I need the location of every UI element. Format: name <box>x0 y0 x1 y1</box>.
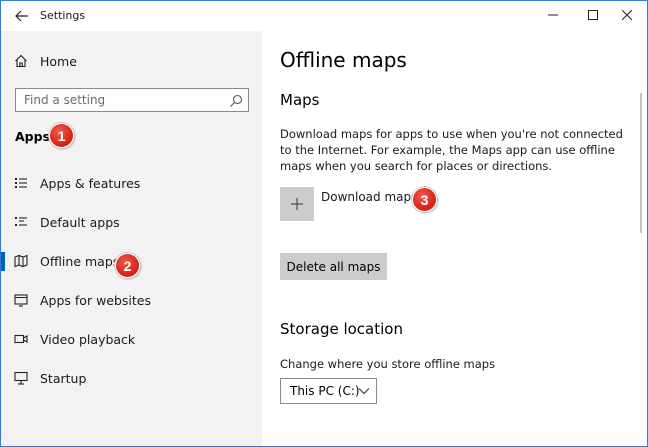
maximize-icon <box>588 10 598 20</box>
storage-location-heading: Storage location <box>280 320 403 338</box>
main-content: Offline maps Maps Download maps for apps… <box>262 31 647 446</box>
apps-features-icon <box>13 175 29 191</box>
sidebar-item-label: Apps & features <box>40 175 141 191</box>
storage-location-description: Change where you store offline maps <box>280 357 496 371</box>
sidebar-item-video-playback[interactable]: Video playback <box>1 321 262 357</box>
minimize-icon <box>548 14 558 16</box>
title-bar: Settings <box>1 1 647 31</box>
delete-all-maps-button[interactable]: Delete all maps <box>280 253 387 280</box>
settings-window: Settings Home Find a setting Apps 1 Apps… <box>0 0 648 447</box>
plus-icon <box>291 198 303 210</box>
sidebar: Home Apps 1 <box>1 31 262 446</box>
callout-badge-3: 3 <box>412 187 437 212</box>
close-button[interactable] <box>607 1 647 29</box>
selection-indicator <box>1 252 5 271</box>
callout-badge-2: 2 <box>115 253 140 278</box>
search-input[interactable] <box>16 89 221 111</box>
offline-maps-icon <box>13 253 29 269</box>
maps-heading: Maps <box>280 91 320 109</box>
home-label: Home <box>40 53 77 69</box>
home-icon <box>13 53 29 69</box>
window-title: Settings <box>40 9 86 22</box>
video-playback-icon <box>13 331 29 347</box>
download-maps-label[interactable]: Download maps <box>321 190 417 204</box>
storage-location-value: This PC (C:) <box>290 384 360 398</box>
sidebar-item-label: Apps for websites <box>40 292 152 308</box>
scrollbar[interactable] <box>640 93 642 233</box>
maps-description: Download maps for apps to use when you'r… <box>280 127 623 173</box>
chevron-down-icon <box>358 388 370 395</box>
callout-badge-1: 1 <box>49 123 74 148</box>
search-icon[interactable] <box>229 93 243 107</box>
back-button[interactable] <box>11 6 33 26</box>
default-apps-icon <box>13 214 29 230</box>
download-maps-button[interactable] <box>280 187 314 221</box>
close-icon <box>622 10 632 20</box>
sidebar-item-home[interactable]: Home <box>1 43 262 79</box>
sidebar-item-apps-for-websites[interactable]: Apps for websites <box>1 282 262 318</box>
apps-websites-icon <box>13 292 29 308</box>
sidebar-item-label: Offline maps <box>40 253 120 269</box>
back-arrow-icon <box>15 10 28 22</box>
section-heading-apps: Apps <box>15 129 51 144</box>
sidebar-item-label: Default apps <box>40 214 120 230</box>
minimize-button[interactable] <box>533 1 573 29</box>
sidebar-item-default-apps[interactable]: Default apps <box>1 204 262 240</box>
search-box[interactable] <box>15 88 249 112</box>
sidebar-item-label: Video playback <box>40 331 136 347</box>
startup-icon <box>13 370 29 386</box>
page-title: Offline maps <box>280 48 407 72</box>
sidebar-item-startup[interactable]: Startup <box>1 360 262 396</box>
sidebar-item-apps-features[interactable]: Apps & features <box>1 165 262 201</box>
storage-location-dropdown[interactable]: This PC (C:) <box>280 378 377 404</box>
sidebar-item-label: Startup <box>40 370 87 386</box>
